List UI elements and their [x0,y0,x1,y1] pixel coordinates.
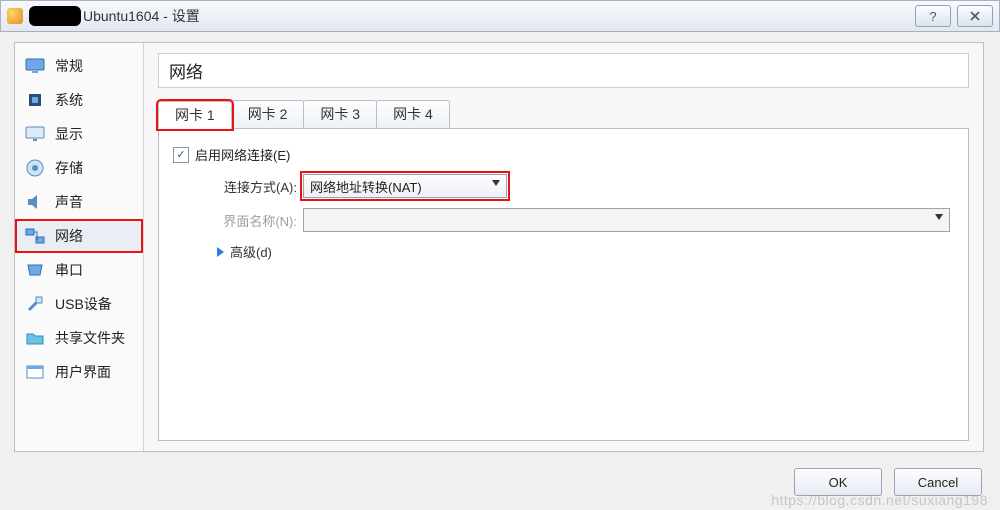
attached-to-combo[interactable]: 网络地址转换(NAT) [303,174,507,198]
sidebar-item-network[interactable]: 网络 [15,219,143,253]
window-title: Ubuntu1604 - 设置 [83,6,915,26]
sidebar-item-label: 用户界面 [55,362,111,382]
chip-icon [25,91,45,109]
sidebar-item-display[interactable]: 显示 [15,117,143,151]
display-icon [25,125,45,143]
advanced-label: 高级(d) [230,242,272,261]
section-title: 网络 [158,53,969,88]
settings-window: Ubuntu1604 - 设置 ? 常规 系统 显示 存储 [0,0,1000,510]
sidebar-item-system[interactable]: 系统 [15,83,143,117]
close-button[interactable] [957,5,993,27]
window-icon [25,363,45,381]
tab-adapter-1[interactable]: 网卡 1 [158,101,232,129]
tab-label: 网卡 4 [393,106,433,122]
tab-label: 网卡 1 [175,107,215,123]
button-label: OK [829,475,848,490]
enable-network-checkbox[interactable]: ✓ [173,147,189,163]
window-buttons: ? [915,5,993,27]
window-body: 常规 系统 显示 存储 声音 网络 [14,42,984,452]
sidebar-item-label: 共享文件夹 [55,328,125,348]
tab-adapter-2[interactable]: 网卡 2 [231,100,305,128]
tab-adapter-3[interactable]: 网卡 3 [303,100,377,128]
watermark: https://blog.csdn.net/suxiang198 [771,492,988,508]
tab-label: 网卡 3 [320,106,360,122]
speaker-icon [25,193,45,211]
chevron-down-icon [492,180,500,186]
sidebar-item-ui[interactable]: 用户界面 [15,355,143,389]
sidebar-item-label: 系统 [55,90,83,110]
sidebar-item-serial[interactable]: 串口 [15,253,143,287]
adapter-tabpage: ✓ 启用网络连接(E) 连接方式(A): 网络地址转换(NAT) 界面名称(N)… [158,128,969,441]
chevron-down-icon [935,214,943,220]
serial-icon [25,261,45,279]
sidebar-item-label: USB设备 [55,294,112,314]
tab-adapter-4[interactable]: 网卡 4 [376,100,450,128]
triangle-right-icon [217,247,224,257]
enable-network-label: 启用网络连接(E) [195,145,290,164]
tab-label: 网卡 2 [248,106,288,122]
adapter-tabs: 网卡 1 网卡 2 网卡 3 网卡 4 [158,100,969,128]
attached-to-label: 连接方式(A): [177,177,297,196]
sidebar-item-label: 声音 [55,192,83,212]
sidebar-item-audio[interactable]: 声音 [15,185,143,219]
sidebar-item-label: 网络 [55,226,83,246]
close-icon [969,11,981,21]
folder-icon [25,329,45,347]
disk-icon [25,159,45,177]
sidebar-item-usb[interactable]: USB设备 [15,287,143,321]
sidebar-item-label: 常规 [55,56,83,76]
redaction [29,6,81,26]
sidebar-item-label: 显示 [55,124,83,144]
monitor-icon [25,57,45,75]
advanced-toggle[interactable]: 高级(d) [217,242,950,261]
interface-name-label: 界面名称(N): [177,211,297,230]
sidebar-item-shared[interactable]: 共享文件夹 [15,321,143,355]
settings-sidebar: 常规 系统 显示 存储 声音 网络 [15,43,144,451]
sidebar-item-general[interactable]: 常规 [15,49,143,83]
app-icon [7,8,23,24]
help-button[interactable]: ? [915,5,951,27]
attached-to-value: 网络地址转换(NAT) [310,177,422,196]
content-area: 网络 网卡 1 网卡 2 网卡 3 网卡 4 ✓ 启用网络连接(E) 连接方式(… [144,43,983,451]
sidebar-item-label: 串口 [55,260,83,280]
button-label: Cancel [918,475,958,490]
title-bar[interactable]: Ubuntu1604 - 设置 ? [0,0,1000,32]
network-icon [25,227,45,245]
usb-icon [25,295,45,313]
interface-name-combo[interactable] [303,208,950,232]
sidebar-item-label: 存储 [55,158,83,178]
sidebar-item-storage[interactable]: 存储 [15,151,143,185]
